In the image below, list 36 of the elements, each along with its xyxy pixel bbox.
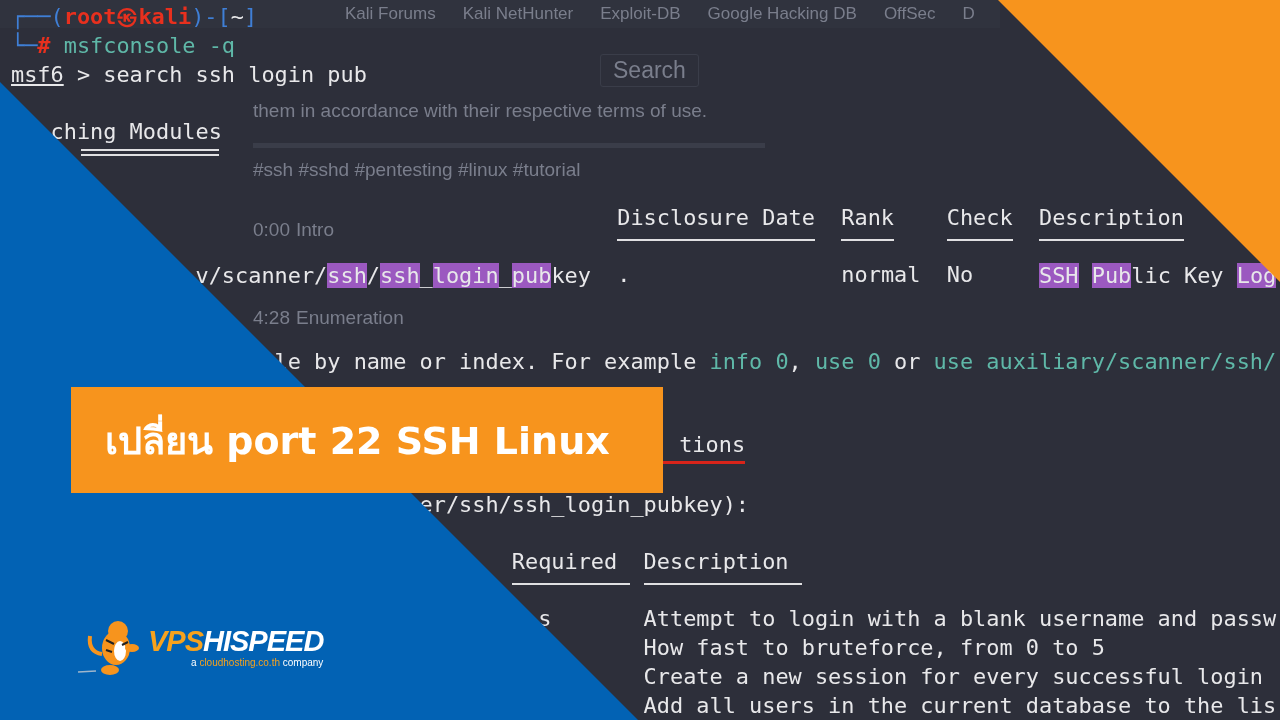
options-title: er/ssh/ssh_login_pubkey): bbox=[419, 490, 750, 519]
bookmark-link[interactable]: Kali NetHunter bbox=[462, 4, 574, 24]
shell-command: └─# msfconsole -q bbox=[11, 33, 236, 60]
bookmark-link[interactable]: Exploit-DB bbox=[600, 4, 681, 24]
chapter-title: Enumeration bbox=[296, 307, 404, 331]
table-cell: How fast to bruteforce, from 0 to 5 bbox=[643, 634, 1105, 663]
logo-wordmark: VPSHISPEED bbox=[148, 626, 324, 656]
search-field[interactable]: Search bbox=[600, 54, 699, 87]
table-cell-text: s bbox=[538, 605, 552, 634]
chapter-timestamp[interactable]: 4:28 bbox=[253, 307, 290, 337]
section-heading: ching Modules bbox=[50, 117, 222, 146]
table-cell: SSH Public Key Log bbox=[1039, 262, 1277, 289]
column-header: Description bbox=[643, 548, 789, 577]
table-cell: . bbox=[617, 261, 631, 290]
bookmark-link[interactable]: D bbox=[962, 4, 975, 24]
shell-prompt: ┌──(root㉿kali)-[~] bbox=[11, 4, 258, 31]
chapter-title: Intro bbox=[296, 219, 334, 242]
column-header: Required bbox=[511, 548, 618, 577]
column-header: Rank bbox=[841, 203, 894, 232]
banner-title: เปลี่ยน port 22 SSH Linux bbox=[105, 409, 610, 471]
column-header: Check bbox=[946, 203, 1013, 232]
column-header: Disclosure Date bbox=[617, 203, 815, 232]
table-cell-text: Create a new session for every successful login bbox=[643, 662, 1264, 691]
console-command: msf6 > search ssh login pub bbox=[11, 61, 367, 88]
description-text: them in accordance with their respective terms of use. bbox=[253, 100, 708, 122]
table-cell: normal bbox=[841, 261, 921, 290]
bookmark-link[interactable]: Kali Forums bbox=[345, 4, 436, 24]
chapter-timestamp[interactable]: 0:00 bbox=[253, 219, 290, 249]
column-header: Description bbox=[1038, 203, 1184, 232]
bookmark-link[interactable]: OffSec bbox=[883, 4, 936, 24]
logo-tagline: a cloudhosting.co.th company bbox=[191, 656, 324, 670]
table-cell: Add all users in the current database to the lis bbox=[643, 691, 1277, 720]
table-cell-text: Attempt to login with a blank username and passw bbox=[643, 605, 1277, 634]
hashtag-text: #ssh #sshd #pentesting #linux #tutorial bbox=[253, 159, 581, 181]
bookmark-link[interactable]: Google Hacking DB bbox=[707, 4, 857, 24]
table-cell: No bbox=[946, 261, 974, 290]
